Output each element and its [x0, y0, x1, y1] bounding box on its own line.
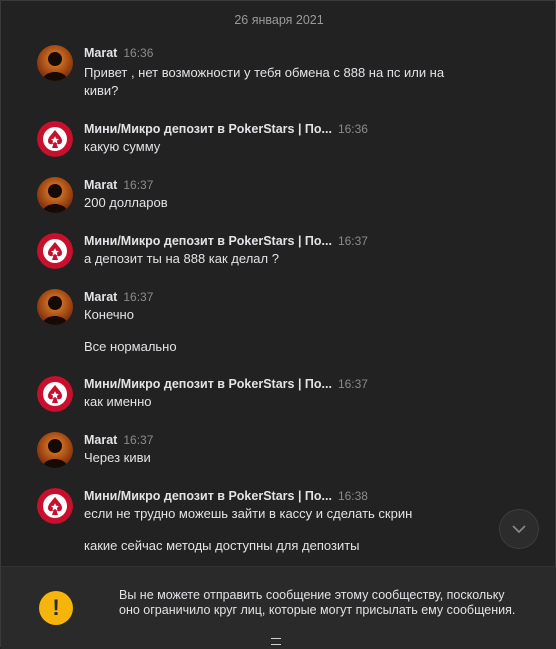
message-header: Мини/Микро депозит в PokerStars | По... 1… [84, 121, 368, 137]
message-item: Мини/Микро депозит в PokerStars | По... 1… [37, 376, 507, 416]
message-text: киви? [84, 83, 119, 98]
author-name[interactable]: Marat [84, 290, 117, 304]
message-item: Marat 16:37 Через киви [37, 432, 507, 472]
message-item: Мини/Микро депозит в PokerStars | По... 1… [37, 233, 507, 273]
author-name[interactable]: Marat [84, 46, 117, 60]
message-text: какие сейчас методы доступны для депозит… [84, 538, 360, 553]
message-text: если не трудно можешь зайти в кассу и сд… [84, 506, 413, 521]
message-time: 16:36 [123, 46, 154, 60]
message-header: Marat 16:37 [84, 177, 153, 193]
message-header: Мини/Микро депозит в PokerStars | По... 1… [84, 488, 368, 504]
author-name[interactable]: Мини/Микро депозит в PokerStars | По... [84, 489, 332, 503]
author-name[interactable]: Marat [84, 433, 117, 447]
message-text: Конечно [84, 307, 134, 322]
date-separator: 26 января 2021 [234, 13, 324, 27]
user-avatar-icon[interactable] [37, 177, 73, 213]
message-text: Через киви [84, 450, 151, 465]
message-text: а депозит ты на 888 как делал ? [84, 251, 279, 266]
pokerstars-logo-icon[interactable] [37, 233, 73, 269]
message-time: 16:37 [337, 234, 368, 248]
message-text: 200 долларов [84, 195, 168, 210]
resize-handle[interactable] [271, 638, 281, 645]
pokerstars-logo-icon[interactable] [37, 376, 73, 412]
chat-window: 26 января 2021 Marat 16:36 Привет , нет в… [0, 0, 556, 649]
message-header: Мини/Микро депозит в PokerStars | По... 1… [84, 376, 368, 392]
message-header: Marat 16:37 [84, 432, 153, 448]
pokerstars-logo-icon[interactable] [37, 488, 73, 524]
notice-text: Вы не можете отправить сообщение этому с… [119, 588, 516, 617]
message-item: Мини/Микро депозит в PokerStars | По... 1… [37, 121, 507, 161]
chevron-down-icon [512, 520, 526, 538]
message-text: Привет , нет возможности у тебя обмена с… [84, 65, 445, 80]
author-name[interactable]: Мини/Микро депозит в PokerStars | По... [84, 377, 332, 391]
restriction-notice: ! Вы не можете отправить сообщение этому… [1, 566, 556, 649]
message-item: Marat 16:37 Конечно Все нормально [37, 289, 507, 359]
message-time: 16:36 [337, 122, 368, 136]
message-header: Marat 16:36 [84, 45, 153, 61]
message-item: Marat 16:36 Привет , нет возможности у те… [37, 45, 507, 101]
message-item: Marat 16:37 200 долларов [37, 177, 507, 217]
message-text: как именно [84, 394, 152, 409]
warning-icon: ! [39, 591, 73, 625]
message-header: Мини/Микро депозит в PokerStars | По... 1… [84, 233, 368, 249]
pokerstars-logo-icon[interactable] [37, 121, 73, 157]
author-name[interactable]: Marat [84, 178, 117, 192]
author-name[interactable]: Мини/Микро депозит в PokerStars | По... [84, 234, 332, 248]
message-text: какую сумму [84, 139, 161, 154]
author-name[interactable]: Мини/Микро депозит в PokerStars | По... [84, 122, 332, 136]
message-time: 16:37 [123, 178, 154, 192]
user-avatar-icon[interactable] [37, 289, 73, 325]
message-text: Все нормально [84, 339, 177, 354]
message-time: 16:37 [337, 377, 368, 391]
message-time: 16:38 [337, 489, 368, 503]
user-avatar-icon[interactable] [37, 45, 73, 81]
scroll-down-button[interactable] [499, 509, 539, 549]
message-time: 16:37 [123, 290, 154, 304]
user-avatar-icon[interactable] [37, 432, 73, 468]
message-header: Marat 16:37 [84, 289, 153, 305]
message-time: 16:37 [123, 433, 154, 447]
message-item: Мини/Микро депозит в PokerStars | По... 1… [37, 488, 507, 558]
